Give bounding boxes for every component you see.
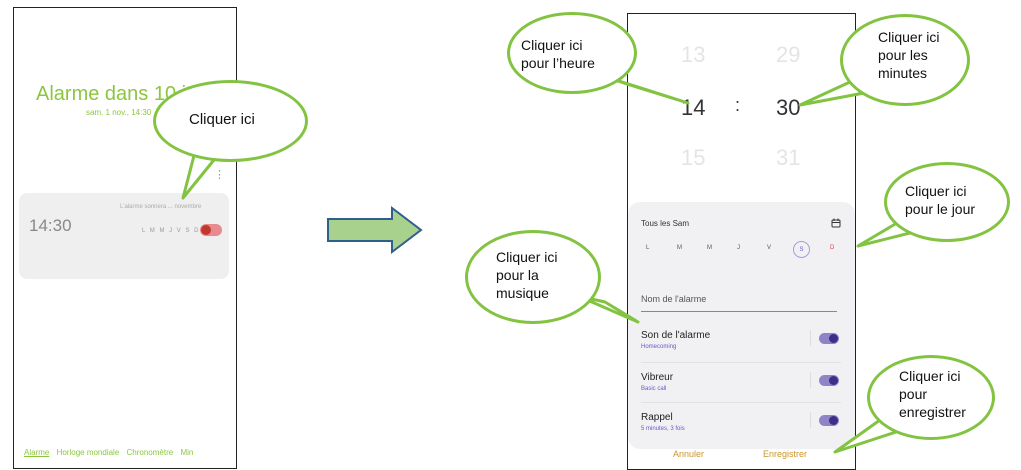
callout-text-left: Cliquer ici [189, 111, 255, 128]
callout-text-music: Cliquer ici pour la musique [496, 249, 558, 302]
callout-text-day: Cliquer ici pour le jour [905, 183, 976, 218]
callout-text-minutes: Cliquer ici pour les minutes [878, 29, 940, 82]
callout-text-save: Cliquer ici pour enregistrer [899, 368, 966, 421]
callout-text-hour: Cliquer ici pour l’heure [521, 37, 595, 72]
